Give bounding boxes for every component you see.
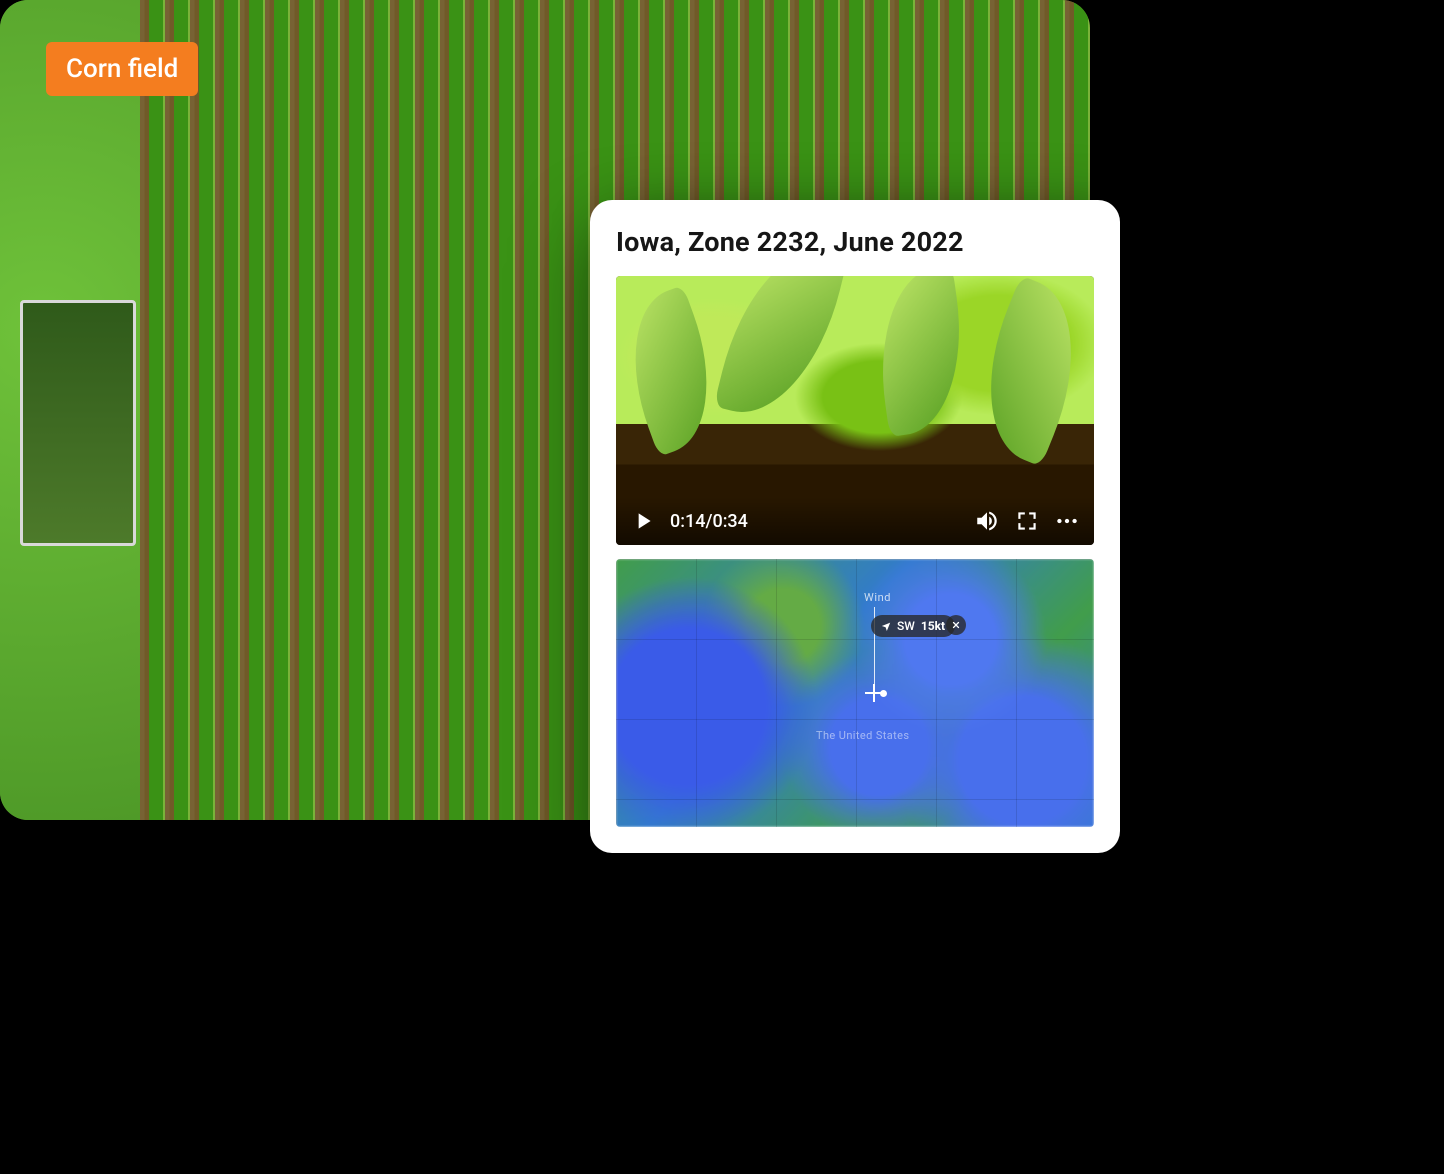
play-icon[interactable] — [630, 508, 656, 534]
card-title: Iowa, Zone 2232, June 2022 — [616, 226, 1094, 258]
wind-speed: 15kt — [921, 619, 945, 633]
zone-card: Iowa, Zone 2232, June 2022 0:14/0:34 — [590, 200, 1120, 853]
more-icon[interactable] — [1054, 508, 1080, 534]
wind-reading-pill: SW 15kt — [871, 615, 955, 637]
video-player[interactable]: 0:14/0:34 — [616, 276, 1094, 545]
wind-map[interactable]: Wind SW 15kt The United States — [616, 559, 1094, 827]
wind-title: Wind — [864, 591, 891, 604]
close-icon[interactable] — [946, 615, 966, 635]
volume-icon[interactable] — [974, 508, 1000, 534]
video-controls: 0:14/0:34 — [616, 497, 1094, 545]
country-label: The United States — [816, 729, 909, 742]
classification-chip: Corn field — [46, 42, 198, 96]
location-dot — [880, 690, 887, 697]
crosshair-icon[interactable] — [868, 687, 880, 699]
map-grid — [616, 559, 1094, 827]
wind-direction: SW — [897, 619, 915, 633]
wind-arrow-icon — [881, 621, 891, 631]
stage: Corn field Iowa, Zone 2232, June 2022 0:… — [0, 0, 1444, 1174]
fullscreen-icon[interactable] — [1014, 508, 1040, 534]
video-timecode: 0:14/0:34 — [670, 511, 748, 532]
trailer-shape — [20, 300, 136, 546]
